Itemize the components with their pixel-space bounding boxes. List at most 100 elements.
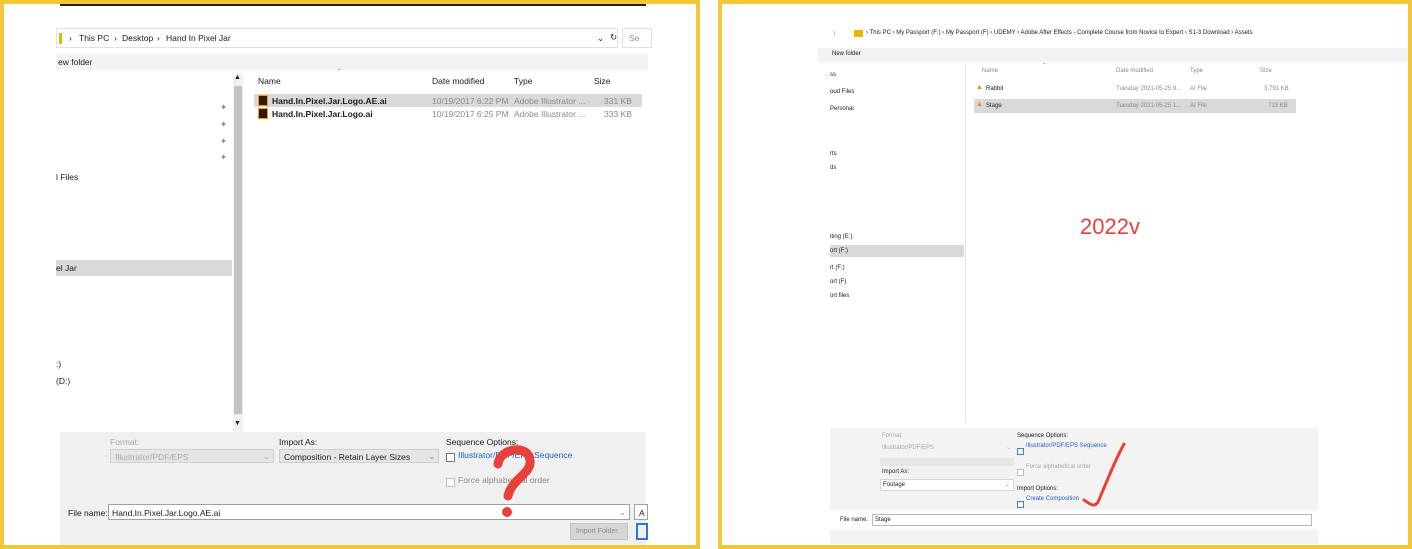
chevron-down-icon: ⌄: [428, 451, 436, 461]
import-as-value: Composition - Retain Layer Sizes: [284, 452, 411, 462]
sidebar-item[interactable]: ds: [830, 165, 836, 171]
new-folder-button[interactable]: ew folder: [58, 57, 93, 67]
filename-input[interactable]: Stage: [872, 514, 1312, 526]
sidebar-item[interactable]: ort (F): [830, 279, 846, 285]
sort-arrow-icon: ⌃: [1042, 63, 1048, 69]
scrollbar-thumb[interactable]: [234, 86, 242, 414]
file-row[interactable]: ▲ Rabbit Tuesday 2021-05-25 9... AI File…: [974, 82, 1296, 96]
sort-arrow-icon: ⌃: [336, 69, 342, 76]
import-as-select[interactable]: Composition - Retain Layer Sizes ⌄: [279, 449, 439, 463]
breadcrumb-item[interactable]: S1-3 Download: [1189, 30, 1230, 36]
file-row-selected[interactable]: ▲ Stage Tuesday 2021-05-25 1... AI File …: [974, 99, 1296, 113]
sequence-options-label: Sequence Options:: [1017, 433, 1069, 439]
breadcrumb-item[interactable]: Adobe After Effects - Complete Course fr…: [1021, 30, 1184, 36]
sidebar-item-selected[interactable]: ort (F:): [830, 245, 964, 257]
import-folder-button[interactable]: Import Folder: [570, 523, 628, 540]
file-size: 3,791 KB: [1264, 86, 1289, 92]
format-value: Illustrator/PDF/EPS: [115, 452, 189, 462]
search-placeholder: Se: [629, 33, 640, 43]
scroll-up-icon[interactable]: ▲: [234, 74, 241, 81]
force-alpha-checkbox[interactable]: [446, 474, 455, 492]
file-name: Hand.In.Pixel.Jar.Logo.ai: [272, 109, 373, 119]
file-date: 10/19/2017 6:22 PM: [432, 96, 509, 106]
file-name: Rabbit: [986, 86, 1004, 92]
filename-value: Stage: [875, 517, 891, 523]
breadcrumb-item[interactable]: UDEMY: [994, 30, 1016, 36]
breadcrumb-sep-icon: ›: [157, 33, 160, 43]
pin-icon: ✦: [220, 102, 228, 112]
sidebar-item[interactable]: ort files: [830, 293, 849, 299]
sidebar-item[interactable]: rts: [830, 151, 837, 157]
filename-value: Hand.In.Pixel.Jar.Logo.AE.ai: [112, 508, 221, 518]
force-alpha-checkbox[interactable]: [1017, 464, 1024, 482]
dialog-footer: [830, 530, 1318, 544]
sidebar-item[interactable]: rt (F:): [830, 265, 845, 271]
breadcrumb: › This PC › My Passport (F:) › My Passpo…: [866, 30, 1253, 36]
chevron-down-icon[interactable]: ⌄: [619, 507, 626, 518]
sidebar-item[interactable]: :): [56, 359, 61, 369]
column-type[interactable]: Type: [514, 76, 532, 86]
sidebar-item[interactable]: oud Files: [830, 89, 854, 95]
column-type[interactable]: Type: [1190, 68, 1203, 74]
breadcrumb-sep-icon: ›: [114, 33, 117, 43]
file-date: 10/19/2017 6:25 PM: [432, 109, 509, 119]
address-bar[interactable]: › This PC › My Passport (F:) › My Passpo…: [846, 26, 1316, 42]
up-arrow-icon[interactable]: ↑: [832, 28, 836, 38]
folder-icon: [59, 33, 62, 44]
file-row[interactable]: Hand.In.Pixel.Jar.Logo.ai 10/19/2017 6:2…: [254, 107, 642, 120]
file-name: Hand.In.Pixel.Jar.Logo.AE.ai: [272, 96, 387, 106]
search-box[interactable]: Se: [622, 28, 652, 48]
import-options-area: Format: Illustrator/PDF/EPS ⌄ Import As:…: [60, 432, 646, 545]
file-size: 333 KB: [604, 109, 632, 119]
address-bar[interactable]: › This PC › Desktop › Hand In Pixel Jar …: [56, 28, 618, 48]
checkmark-annotation: [1082, 442, 1126, 507]
sidebar-item[interactable]: iting (E:): [830, 234, 852, 240]
chevron-down-icon: ⌄: [1006, 445, 1012, 451]
sidebar-item-selected[interactable]: el Jar: [56, 260, 232, 276]
filetype-value: A: [639, 508, 645, 518]
sidebar-item[interactable]: Personal: [830, 106, 854, 112]
chevron-down-icon: ⌄: [263, 451, 271, 461]
navigation-pane: ✦ ✦ ✦ ✦ l Files el Jar :) (D:): [56, 74, 232, 428]
breadcrumb-desktop[interactable]: Desktop: [122, 33, 153, 43]
breadcrumb-item[interactable]: My Passport (F:): [896, 30, 940, 36]
format-select[interactable]: Illustrator/PDF/EPS ⌄: [880, 442, 1014, 454]
import-as-select[interactable]: Footage ⌄: [880, 479, 1014, 491]
sequence-checkbox[interactable]: [1017, 443, 1024, 461]
column-date[interactable]: Date modified: [432, 76, 484, 86]
sequence-checkbox[interactable]: [446, 449, 455, 467]
file-name: Stage: [986, 103, 1002, 109]
window-top-edge: [60, 4, 646, 6]
new-folder-button[interactable]: New folder: [832, 51, 861, 57]
file-row-selected[interactable]: Hand.In.Pixel.Jar.Logo.AE.ai 10/19/2017 …: [254, 94, 642, 107]
create-composition-checkbox[interactable]: [1017, 496, 1024, 514]
sidebar-item[interactable]: (D:): [56, 376, 70, 386]
filename-input[interactable]: Hand.In.Pixel.Jar.Logo.AE.ai ⌄: [108, 504, 630, 520]
sidebar-item[interactable]: ss: [830, 72, 836, 78]
column-size[interactable]: Size: [1260, 68, 1272, 74]
chevron-down-icon[interactable]: ⌄: [597, 33, 604, 44]
filetype-select[interactable]: A: [634, 504, 648, 520]
scroll-down-icon[interactable]: ▼: [234, 420, 241, 427]
import-button[interactable]: [636, 523, 648, 540]
column-size[interactable]: Size: [594, 76, 611, 86]
refresh-icon[interactable]: ↻: [610, 32, 617, 43]
column-date[interactable]: Date modified: [1116, 68, 1153, 74]
navigation-pane: ss oud Files Personal rts ds iting (E:) …: [818, 64, 964, 422]
format-label: Format:: [882, 433, 903, 439]
file-type: Adobe Illustrator ...: [514, 96, 586, 106]
chevron-down-icon: ⌄: [1005, 482, 1011, 488]
breadcrumb-item[interactable]: My Passport (F): [946, 30, 989, 36]
breadcrumb-current[interactable]: Hand In Pixel Jar: [166, 33, 231, 43]
import-folder-label: Import Folder: [576, 528, 618, 535]
breadcrumb-item[interactable]: This PC: [870, 30, 891, 36]
nav-scrollbar[interactable]: ▲ ▼: [233, 74, 243, 432]
breadcrumb-item[interactable]: Assets: [1235, 30, 1253, 36]
format-select[interactable]: Illustrator/PDF/EPS ⌄: [110, 449, 274, 463]
breadcrumb-this-pc[interactable]: This PC: [79, 33, 109, 43]
sidebar-item[interactable]: l Files: [56, 172, 78, 182]
column-name[interactable]: Name: [982, 68, 998, 74]
file-size: 713 KB: [1268, 103, 1288, 109]
column-name[interactable]: Name: [258, 76, 281, 86]
format-label: Format:: [110, 437, 140, 447]
